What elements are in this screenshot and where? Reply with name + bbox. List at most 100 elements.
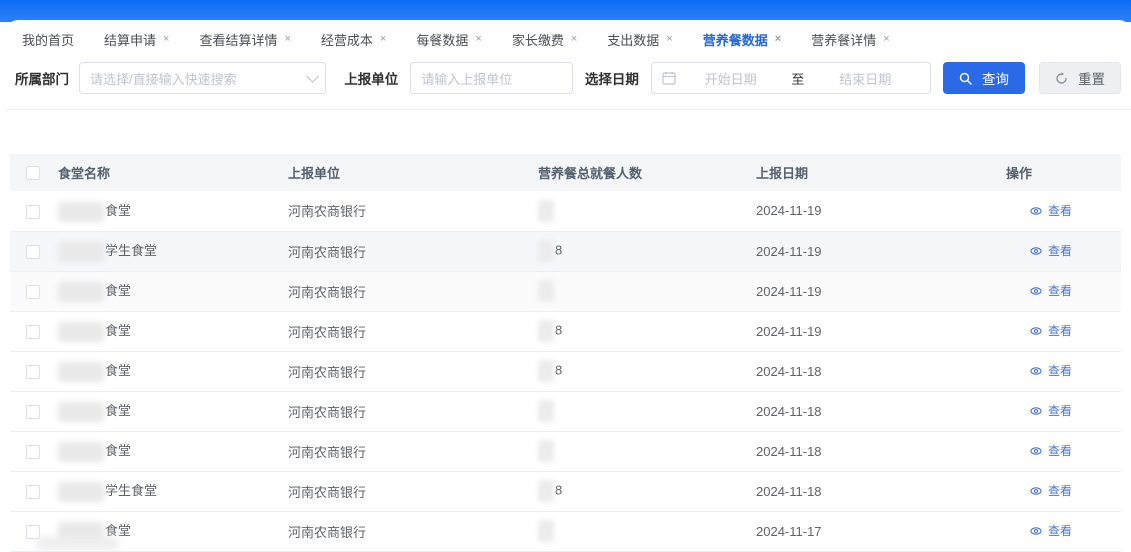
search-button[interactable]: 查询 xyxy=(943,62,1025,94)
department-select[interactable]: 请选择/直接输入快速搜索 xyxy=(79,62,326,94)
view-link-label: 查看 xyxy=(1048,522,1072,539)
content-panel: 我的首页 结算申请 × 查看结算详情 × 经营成本 × 每餐数据 × xyxy=(6,20,1131,552)
tab-家长缴费[interactable]: 家长缴费 × xyxy=(512,30,577,49)
eye-icon xyxy=(1030,445,1045,457)
row-checkbox[interactable] xyxy=(26,485,40,499)
report-date: 2024-11-18 xyxy=(756,404,822,419)
close-icon[interactable]: × xyxy=(883,34,889,45)
top-navbar xyxy=(0,0,1131,22)
report-unit: 河南农商银行 xyxy=(288,245,366,260)
date-end-input[interactable]: 结束日期 xyxy=(810,69,920,88)
view-link-label: 查看 xyxy=(1048,202,1072,219)
report-date: 2024-11-18 xyxy=(756,484,822,499)
view-link[interactable]: 查看 xyxy=(1006,522,1072,539)
report-unit: 河南农商银行 xyxy=(288,405,366,420)
report-date: 2024-11-17 xyxy=(756,524,822,539)
canteen-name: 食堂 xyxy=(105,203,131,218)
tab-label: 我的首页 xyxy=(22,30,74,49)
view-link[interactable]: 查看 xyxy=(1006,482,1072,499)
tab-支出数据[interactable]: 支出数据 × xyxy=(607,30,672,49)
close-icon[interactable]: × xyxy=(475,34,481,45)
date-start-input[interactable]: 开始日期 xyxy=(676,69,786,88)
calendar-icon xyxy=(662,71,676,85)
row-checkbox[interactable] xyxy=(26,245,40,259)
date-range-picker[interactable]: 开始日期 至 结束日期 xyxy=(651,62,931,94)
refresh-icon xyxy=(1055,72,1073,85)
redacted-count-blur xyxy=(538,320,554,342)
report-date: 2024-11-19 xyxy=(756,244,822,259)
unit-input[interactable]: 请输入上报单位 xyxy=(410,62,573,94)
report-unit: 河南农商银行 xyxy=(288,325,366,340)
close-icon[interactable]: × xyxy=(380,34,386,45)
row-checkbox[interactable] xyxy=(26,445,40,459)
report-unit: 河南农商银行 xyxy=(288,445,366,460)
view-link-label: 查看 xyxy=(1048,282,1072,299)
page: 我的首页 结算申请 × 查看结算详情 × 经营成本 × 每餐数据 × xyxy=(0,0,1131,552)
redacted-count-blur xyxy=(538,280,554,302)
report-date: 2024-11-18 xyxy=(756,364,822,379)
redacted-name-blur xyxy=(58,362,104,382)
redacted-name-blur xyxy=(58,482,104,502)
redacted-count-blur xyxy=(538,520,554,542)
tab-label: 支出数据 xyxy=(607,30,659,49)
view-link[interactable]: 查看 xyxy=(1006,282,1072,299)
close-icon[interactable]: × xyxy=(775,34,781,45)
row-checkbox[interactable] xyxy=(26,205,40,219)
column-header-action: 操作 xyxy=(1004,154,1121,191)
meal-count: 8 xyxy=(555,482,562,497)
table-row: 食堂 河南农商银行 2024-11-18 查看 xyxy=(10,431,1121,471)
tab-结算申请[interactable]: 结算申请 × xyxy=(104,30,169,49)
view-link[interactable]: 查看 xyxy=(1006,322,1072,339)
tab-经营成本[interactable]: 经营成本 × xyxy=(321,30,386,49)
search-button-label: 查询 xyxy=(982,68,1009,88)
tab-营养餐数据[interactable]: 营养餐数据 × xyxy=(703,30,781,49)
filter-bar: 所属部门 请选择/直接输入快速搜索 上报单位 请输入上报单位 选择日期 开始日期… xyxy=(6,56,1131,100)
column-header-report-unit: 上报单位 xyxy=(286,154,536,191)
table-row: 学生食堂 河南农商银行 8 2024-11-19 查看 xyxy=(10,231,1121,271)
redacted-name-blur xyxy=(58,242,104,262)
search-icon xyxy=(959,72,977,85)
eye-icon xyxy=(1030,325,1045,337)
meal-count: 8 xyxy=(555,362,562,377)
close-icon[interactable]: × xyxy=(571,34,577,45)
canteen-name: 食堂 xyxy=(105,363,131,378)
tab-每餐数据[interactable]: 每餐数据 × xyxy=(416,30,481,49)
view-link[interactable]: 查看 xyxy=(1006,402,1072,419)
redacted-name-blur xyxy=(58,202,104,222)
redacted-count-blur xyxy=(538,360,554,382)
view-link[interactable]: 查看 xyxy=(1006,442,1072,459)
view-link-label: 查看 xyxy=(1048,402,1072,419)
canteen-name: 食堂 xyxy=(105,283,131,298)
eye-icon xyxy=(1030,205,1045,217)
view-link-label: 查看 xyxy=(1048,482,1072,499)
table-row: 食堂 河南农商银行 8 2024-11-18 查看 xyxy=(10,351,1121,391)
close-icon[interactable]: × xyxy=(666,34,672,45)
close-icon[interactable]: × xyxy=(284,34,290,45)
view-link[interactable]: 查看 xyxy=(1006,202,1072,219)
tab-label: 经营成本 xyxy=(321,30,373,49)
eye-icon xyxy=(1030,485,1045,497)
reset-button[interactable]: 重置 xyxy=(1039,62,1121,94)
chevron-down-icon xyxy=(307,70,320,83)
tab-label: 结算申请 xyxy=(104,30,156,49)
eye-icon xyxy=(1030,525,1045,537)
redacted-name-blur xyxy=(58,442,104,462)
view-link[interactable]: 查看 xyxy=(1006,242,1072,259)
row-checkbox[interactable] xyxy=(26,365,40,379)
tab-查看结算详情[interactable]: 查看结算详情 × xyxy=(199,30,290,49)
row-checkbox[interactable] xyxy=(26,325,40,339)
tab-营养餐详情[interactable]: 营养餐详情 × xyxy=(811,30,889,49)
row-checkbox[interactable] xyxy=(26,405,40,419)
close-icon[interactable]: × xyxy=(163,34,169,45)
view-link-label: 查看 xyxy=(1048,322,1072,339)
tab-label: 营养餐数据 xyxy=(703,30,768,49)
eye-icon xyxy=(1030,405,1045,417)
select-all-checkbox[interactable] xyxy=(26,166,40,180)
row-checkbox[interactable] xyxy=(26,285,40,299)
tab-我的首页[interactable]: 我的首页 xyxy=(22,30,74,49)
date-label: 选择日期 xyxy=(585,68,639,88)
view-link[interactable]: 查看 xyxy=(1006,362,1072,379)
report-date: 2024-11-19 xyxy=(756,324,822,339)
canteen-name: 学生食堂 xyxy=(105,243,157,258)
redacted-name-blur xyxy=(58,402,104,422)
